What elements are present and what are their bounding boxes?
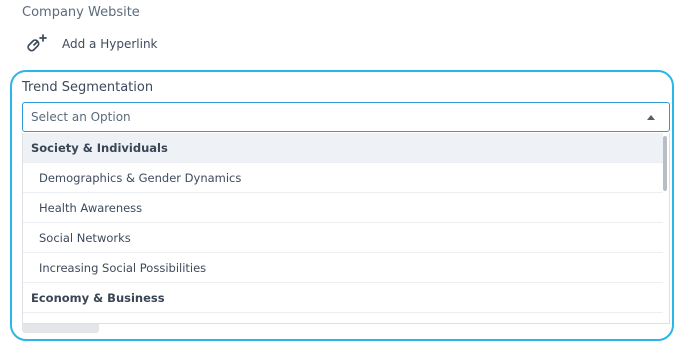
option-social-networks[interactable]: Social Networks: [23, 223, 663, 253]
chevron-up-icon: [647, 115, 655, 120]
add-hyperlink-button[interactable]: Add a Hyperlink: [24, 30, 158, 58]
option-group-society-individuals: Society & Individuals: [23, 133, 663, 163]
dropdown-scrollbar[interactable]: [663, 136, 667, 191]
option-increasing-social-possibilities[interactable]: Increasing Social Possibilities: [23, 253, 663, 283]
option-group-economy-business: Economy & Business: [23, 283, 663, 313]
trend-segmentation-select[interactable]: Select an Option: [22, 102, 670, 132]
company-website-label: Company Website: [22, 5, 140, 20]
hidden-button-edge[interactable]: [22, 324, 99, 333]
option-demographics-gender-dynamics[interactable]: Demographics & Gender Dynamics: [23, 163, 663, 193]
options-dropdown: Society & Individuals Demographics & Gen…: [22, 133, 670, 324]
link-plus-icon: [24, 31, 50, 57]
option-health-awareness[interactable]: Health Awareness: [23, 193, 663, 223]
add-hyperlink-label: Add a Hyperlink: [62, 37, 158, 51]
select-placeholder: Select an Option: [31, 110, 131, 124]
trend-segmentation-label: Trend Segmentation: [22, 80, 154, 95]
